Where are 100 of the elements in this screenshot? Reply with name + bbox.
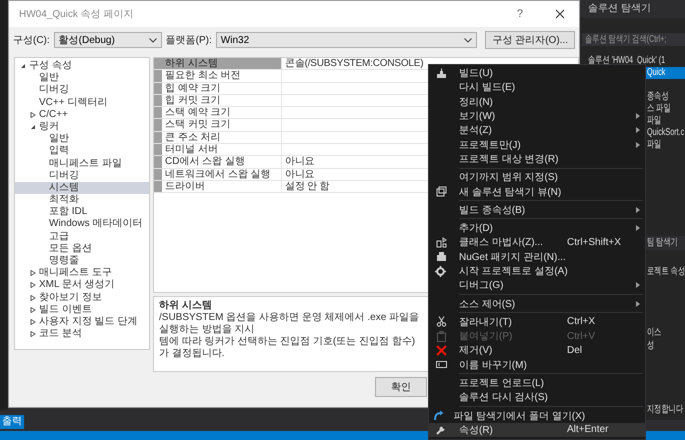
tree-item[interactable]: 시스템 <box>15 182 149 194</box>
description-text: 지정합니다 <box>647 404 683 416</box>
refresh-arrow-icon <box>432 410 444 422</box>
tree-item[interactable]: XML 문서 생성기 <box>15 279 149 292</box>
menu-item[interactable]: 디버그(G) <box>429 278 645 292</box>
clipboard-icon <box>436 330 446 342</box>
remove-icon <box>436 344 446 356</box>
description-title: 하위 시스템 <box>159 300 212 312</box>
property-name[interactable]: 큰 주소 처리 <box>162 132 282 144</box>
tree-item[interactable]: 매니페스트 도구 <box>15 267 149 280</box>
menu-item[interactable]: 솔루션 다시 검사(S) <box>429 390 645 405</box>
tree-item[interactable]: 디버깅 <box>15 170 149 182</box>
description-text: /SUBSYSTEM 옵션을 사용하면 운영 체제에서 .exe 파일을 실행하는 방법을 지시 <box>159 312 420 336</box>
windows-icon <box>436 186 446 198</box>
property-name[interactable]: 힙 예약 크기 <box>162 82 282 94</box>
build-icon <box>436 68 446 79</box>
submenu-arrow-icon <box>636 113 640 120</box>
tree-item[interactable]: 솔루션 'HW04_Quick' (1 <box>588 55 666 67</box>
panel-title: 솔루션 탐색기 <box>588 3 651 14</box>
wrench-icon <box>436 424 446 436</box>
tree-item[interactable]: 종속성 <box>647 91 669 103</box>
submenu-arrow-icon <box>636 282 640 288</box>
description-text: 템에 따라 링커가 선택하는 진입점 기호(또는 진입점 함수)가 결정됩니다. <box>159 336 416 360</box>
menu-item[interactable]: 프로젝트만(J) <box>429 137 645 152</box>
menu-item[interactable]: 파일 탐색기에서 폴더 열기(X) <box>429 408 645 423</box>
menu-item[interactable]: 속성(R) Alt+Enter <box>429 422 645 438</box>
tree-item[interactable]: 명령줄 <box>15 255 149 268</box>
tree-item[interactable]: 스 파일 <box>647 103 671 115</box>
tree-item[interactable]: VC++ 디렉터리 <box>15 96 149 109</box>
tree-item[interactable]: C/C++ <box>15 108 149 121</box>
menu-item[interactable]: 빌드 종속성(B) <box>429 202 645 217</box>
menu-item[interactable]: 프로젝트 언로드(L) <box>429 376 645 390</box>
help-button[interactable]: ? <box>512 8 527 20</box>
ok-button[interactable]: 확인 <box>375 377 427 397</box>
property-name[interactable]: CD에서 스왑 실행 <box>162 156 282 168</box>
property-name[interactable]: 하위 시스템 <box>162 58 282 70</box>
rename-icon <box>436 359 446 370</box>
menu-item[interactable]: 정리(N) <box>429 94 645 109</box>
tree-item[interactable]: 빌드 이벤트 <box>15 304 149 316</box>
tree-item[interactable]: 모든 옵션 <box>15 242 149 255</box>
caret-icon <box>148 38 157 42</box>
panel-title: 로젝트 속성 <box>647 266 685 278</box>
tree-item[interactable]: 고급 <box>15 230 149 243</box>
property-name[interactable]: 힙 커밋 크기 <box>162 94 282 106</box>
tree-item[interactable]: 사용자 지정 빌드 단계 <box>15 316 149 328</box>
menu-item[interactable]: 보기(W) <box>429 108 645 124</box>
tree-item[interactable]: 최적화 <box>15 194 149 206</box>
tree-item[interactable]: 디버깅 <box>15 84 149 97</box>
menu-item[interactable]: 시작 프로젝트로 설정(A) <box>429 264 645 278</box>
property-name[interactable]: 스택 예약 크기 <box>162 107 282 118</box>
property-name[interactable]: 드라이버 <box>162 180 282 192</box>
property-name: 성 <box>647 340 654 352</box>
menu-item[interactable]: NuGet 패키지 관리(N)... <box>429 250 645 264</box>
menu-item[interactable]: 여기까지 범위 지정(S) <box>429 170 645 184</box>
tree-item[interactable]: Windows 메타데이터 <box>15 218 149 231</box>
menu-item[interactable]: 이름 바꾸기(M) <box>429 358 645 372</box>
submenu-arrow-icon <box>636 225 640 232</box>
tree-item[interactable]: 파일 <box>647 115 662 127</box>
menu-item[interactable]: 잘라내기(T) Ctrl+X <box>429 314 645 330</box>
tree-item[interactable]: 매니페스트 파일 <box>15 158 149 170</box>
menu-item[interactable]: 새 솔루션 탐색기 뷰(N) <box>429 184 645 199</box>
caret-icon <box>464 38 472 42</box>
menu-item[interactable]: 다시 빌드(E) <box>429 80 645 95</box>
search-field[interactable]: 솔루션 탐색기 검색(Ctrl+; <box>582 33 685 46</box>
tree-item[interactable]: 포함 IDL <box>15 206 149 218</box>
tree-item[interactable]: 일반 <box>15 133 149 146</box>
property-name[interactable]: 스택 커밋 크기 <box>162 119 282 131</box>
tree-item[interactable]: 구성 속성 <box>15 60 149 72</box>
tree-item[interactable]: 파일 <box>647 139 662 151</box>
tree-item[interactable]: 일반 <box>15 72 149 84</box>
platform-dropdown[interactable]: Win32 <box>216 32 478 48</box>
menu-item[interactable]: 소스 제어(S) <box>429 296 645 311</box>
output-tab[interactable]: 출력 <box>0 415 24 429</box>
property-name[interactable]: 필요한 최소 버전 <box>162 70 282 82</box>
property-name[interactable]: 터미널 서버 <box>162 144 282 156</box>
submenu-arrow-icon <box>636 142 640 148</box>
menu-item[interactable]: 분석(Z) <box>429 123 645 138</box>
package-icon <box>436 251 446 262</box>
property-name[interactable]: 네트워크에서 스왑 실행 <box>162 168 282 180</box>
submenu-arrow-icon <box>636 206 640 213</box>
submenu-arrow-icon <box>636 127 640 134</box>
tree-item[interactable]: QuickSort.c <box>647 127 684 139</box>
menu-item[interactable]: 클래스 마법사(Z)... Ctrl+Shift+X <box>429 235 645 250</box>
platform-label: 플랫폼(P): <box>166 34 212 47</box>
menu-item[interactable]: 프로젝트 대상 변경(R) <box>429 152 645 166</box>
tree-item[interactable]: 링커 <box>15 120 149 134</box>
menu-item[interactable]: 빌드(U) <box>429 66 645 80</box>
team-explorer-tab[interactable]: 팀 탐색기 <box>646 236 685 250</box>
tree-item[interactable]: 코드 분석 <box>15 328 149 340</box>
class-icon <box>436 236 446 248</box>
tree-item[interactable]: 찾아보기 정보 <box>15 292 149 304</box>
config-manager-button[interactable]: 구성 관리자(O)... <box>485 31 575 49</box>
config-dropdown[interactable]: 활성(Debug) <box>54 32 162 48</box>
tree-item[interactable]: 입력 <box>15 145 149 158</box>
menu-item[interactable]: 제거(V) Del <box>429 343 645 358</box>
submenu-arrow-icon <box>636 300 640 307</box>
property-name: 이스 <box>647 327 662 339</box>
menu-item[interactable]: 추가(D) <box>429 220 645 236</box>
tree-item[interactable]: Quick <box>647 67 666 79</box>
scissors-icon <box>436 316 446 328</box>
